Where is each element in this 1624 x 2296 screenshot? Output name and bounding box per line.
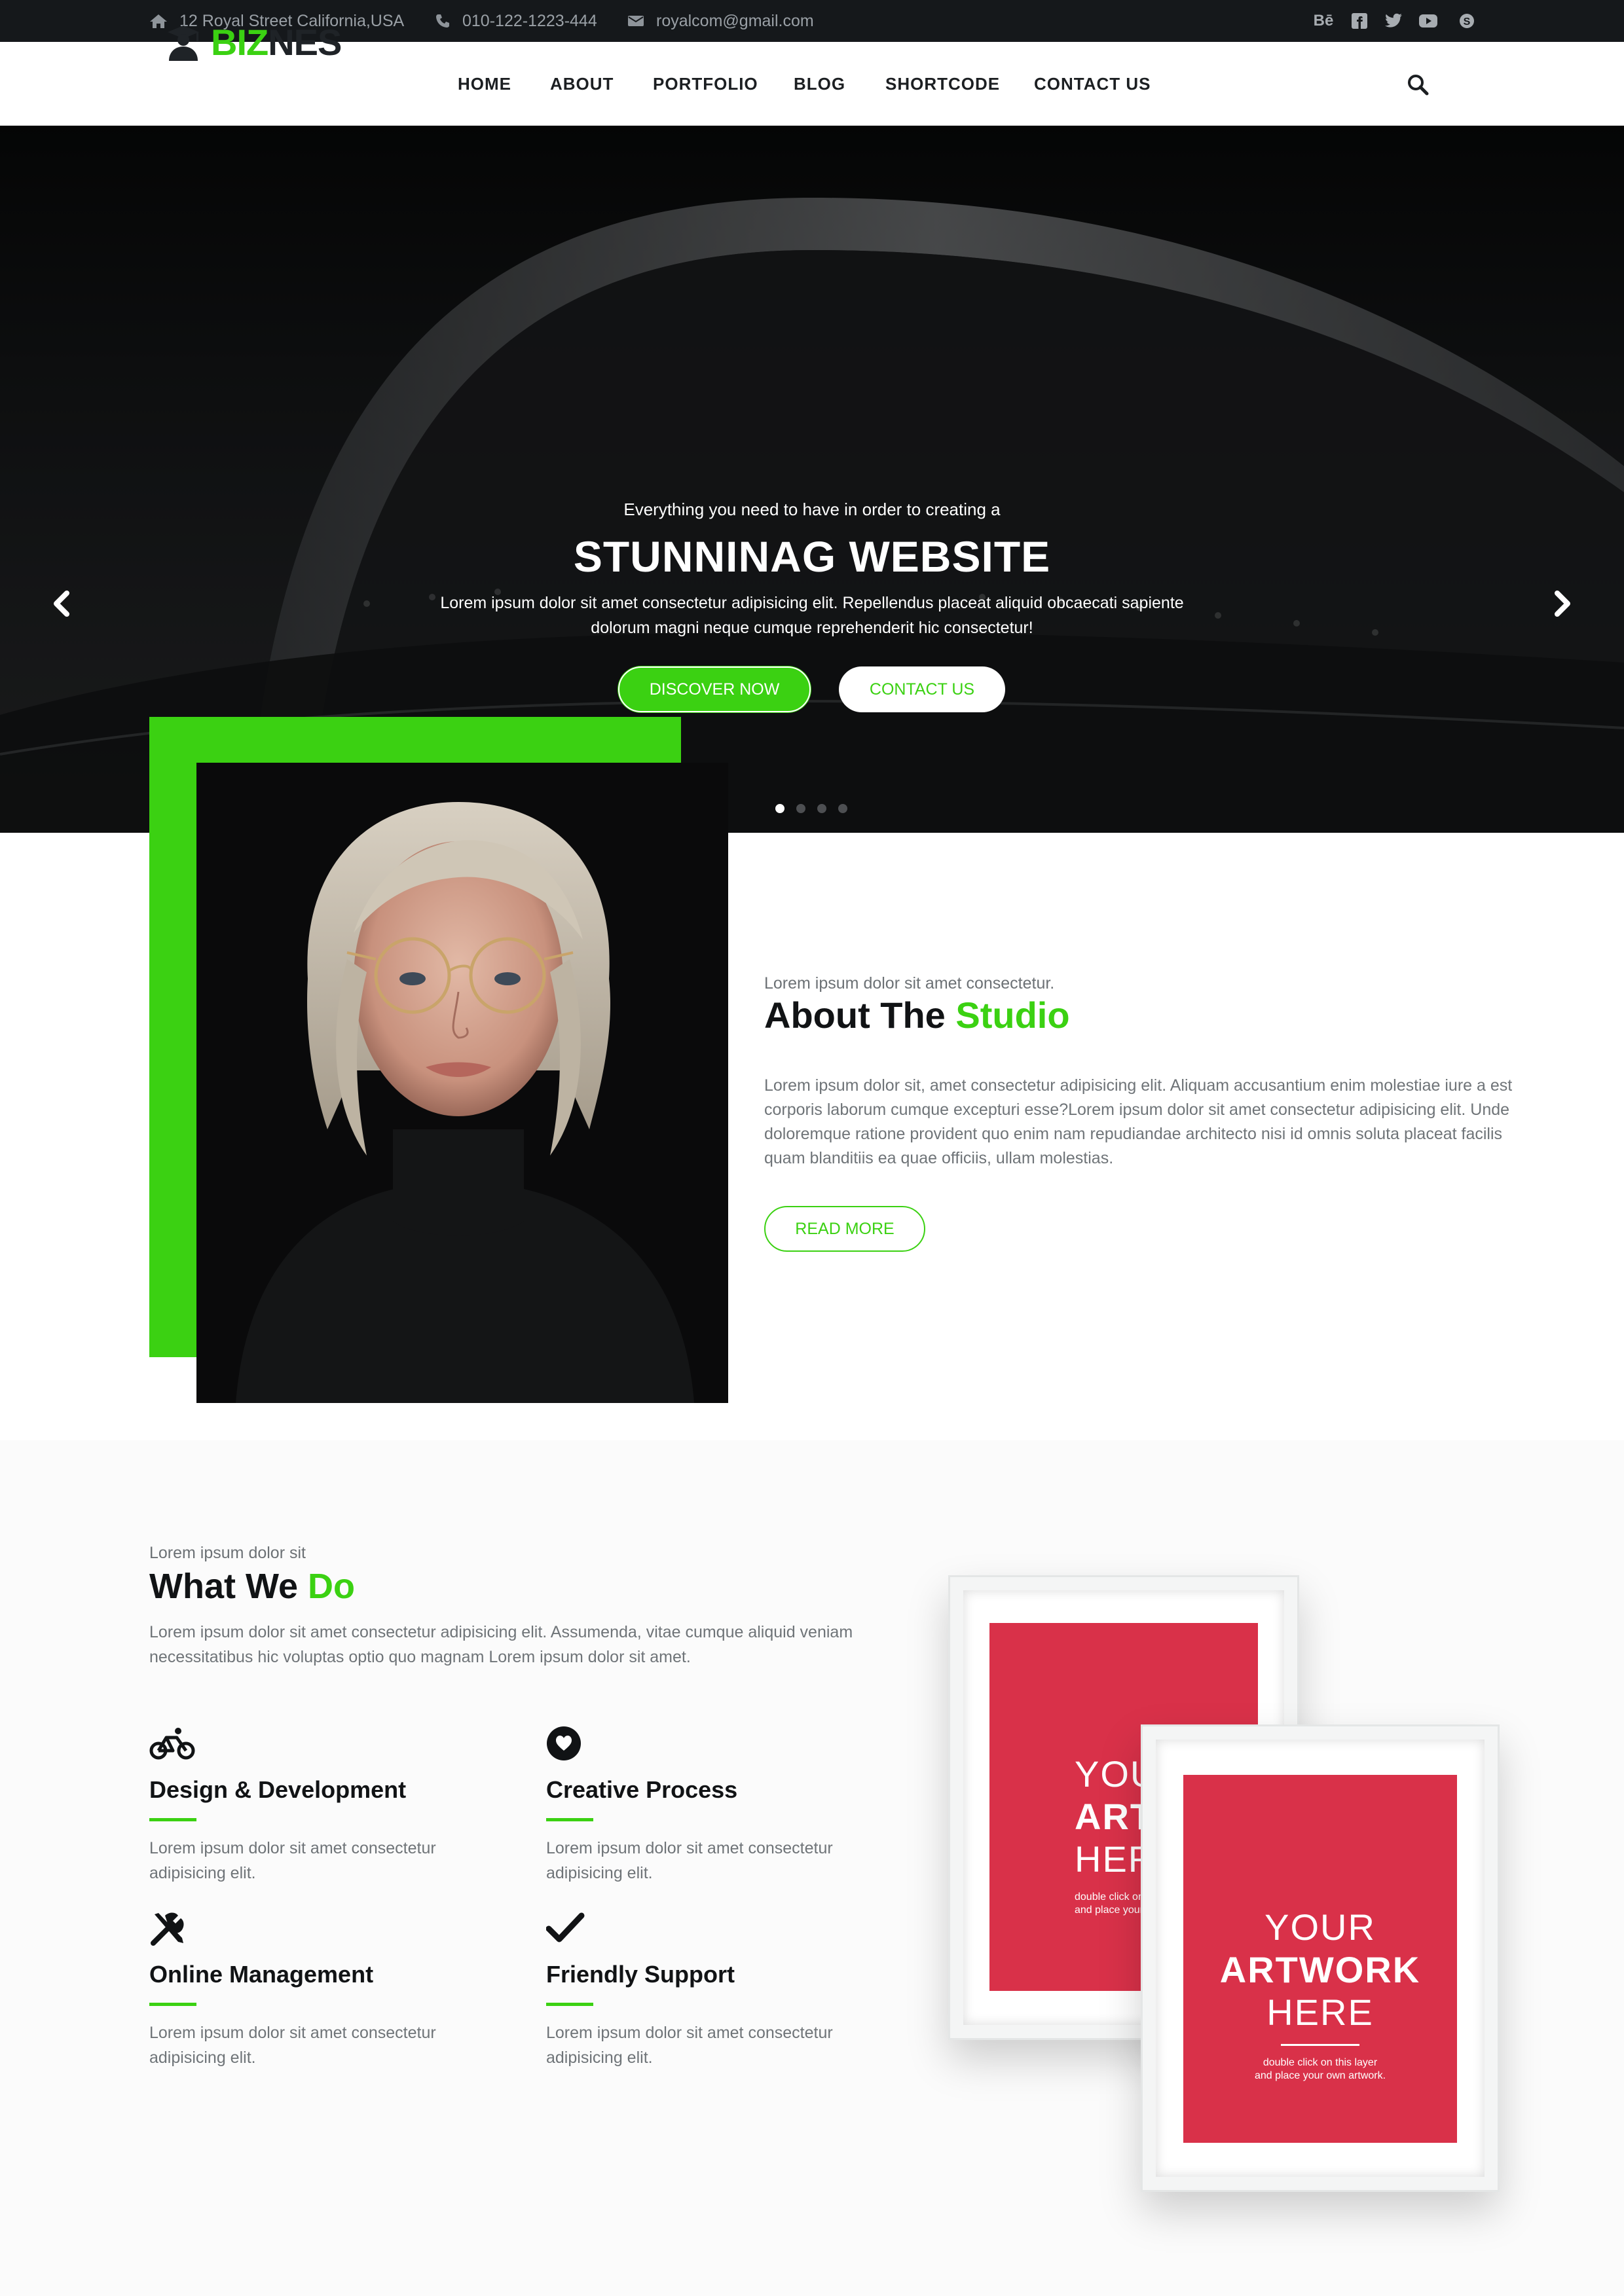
- service-text: Lorem ipsum dolor sit amet consectetur a…: [546, 1839, 833, 1882]
- about-portrait-image: [196, 763, 728, 1403]
- service-item: Online Management Lorem ipsum dolor sit …: [149, 1910, 516, 2070]
- hero-title: STUNNINAG WEBSITE: [573, 532, 1051, 581]
- nav-contact[interactable]: CONTACT US: [1034, 72, 1151, 96]
- twitter-icon[interactable]: [1383, 10, 1404, 31]
- nav-shortcode[interactable]: SHORTCODE: [885, 72, 1000, 96]
- artwork-placeholder-front: YOUR ARTWORK HERE double click on this l…: [1183, 1775, 1457, 2143]
- tools-icon: [151, 1912, 184, 1946]
- slider-prev-button[interactable]: [47, 584, 73, 623]
- envelope-icon: [628, 16, 644, 26]
- read-more-button[interactable]: READ MORE: [764, 1206, 925, 1252]
- slider-dot-4[interactable]: [838, 804, 847, 813]
- service-text: Lorem ipsum dolor sit amet consectetur a…: [546, 2024, 833, 2067]
- chevron-right-icon: [1555, 591, 1570, 617]
- search-button[interactable]: [1407, 73, 1430, 97]
- slider-next-button[interactable]: [1551, 584, 1577, 623]
- discover-now-button[interactable]: DISCOVER NOW: [618, 666, 811, 712]
- service-divider: [149, 1818, 196, 1821]
- about-body: Lorem ipsum dolor sit, amet consectetur …: [764, 1076, 1513, 1167]
- about-kicker: Lorem ipsum dolor sit amet consectetur.: [764, 974, 1055, 993]
- svg-text:S: S: [1464, 16, 1471, 27]
- slider-dot-2[interactable]: [796, 804, 805, 813]
- site-logo[interactable]: BIZNES: [165, 20, 342, 64]
- hero-subtitle: Everything you need to have in order to …: [623, 500, 1001, 519]
- bicycle-icon: [149, 1728, 195, 1760]
- service-item: Design & Development Lorem ipsum dolor s…: [149, 1726, 516, 1886]
- service-divider: [149, 2003, 196, 2006]
- chevron-left-icon: [54, 591, 69, 617]
- service-title: Online Management: [149, 1961, 374, 1988]
- youtube-icon[interactable]: [1418, 10, 1439, 31]
- service-title: Creative Process: [546, 1776, 738, 1803]
- service-item: Creative Process Lorem ipsum dolor sit a…: [546, 1726, 913, 1886]
- service-text: Lorem ipsum dolor sit amet consectetur a…: [149, 2024, 436, 2067]
- hero-description: Lorem ipsum dolor sit amet consectetur a…: [393, 591, 1231, 640]
- phone-info: 010-122-1223-444: [435, 0, 597, 42]
- services-description: Lorem ipsum dolor sit amet consectetur a…: [149, 1623, 853, 1666]
- email-link[interactable]: royalcom@gmail.com: [656, 12, 814, 31]
- services-kicker: Lorem ipsum dolor sit: [149, 1544, 306, 1562]
- service-title: Design & Development: [149, 1776, 407, 1803]
- graduation-cap-icon: [168, 26, 199, 61]
- behance-icon[interactable]: Bē: [1313, 10, 1334, 31]
- hero-desc-line-2: dolorum magni neque cumque reprehenderit…: [591, 619, 1033, 637]
- hero-contact-button[interactable]: CONTACT US: [839, 666, 1005, 712]
- logo-text: BIZNES: [211, 21, 342, 63]
- facebook-icon[interactable]: [1349, 10, 1370, 31]
- slider-dot-3[interactable]: [817, 804, 826, 813]
- hero-desc-line-1: Lorem ipsum dolor sit amet consectetur a…: [440, 594, 1184, 612]
- service-item: Friendly Support Lorem ipsum dolor sit a…: [545, 1910, 913, 2070]
- email-info: royalcom@gmail.com: [627, 0, 814, 42]
- skype-icon[interactable]: S: [1456, 10, 1477, 31]
- phone-icon: [436, 14, 449, 27]
- about-title: About The Studio: [764, 994, 1070, 1036]
- service-text: Lorem ipsum dolor sit amet consectetur a…: [149, 1839, 436, 1882]
- services-title: What We Do: [149, 1567, 355, 1606]
- service-divider: [546, 2003, 593, 2006]
- service-divider: [546, 1818, 593, 1821]
- check-icon: [545, 1912, 585, 1942]
- phone-text: 010-122-1223-444: [462, 11, 597, 30]
- nav-blog[interactable]: BLOG: [794, 72, 845, 96]
- nav-portfolio[interactable]: PORTFOLIO: [653, 72, 758, 96]
- heart-icon: [547, 1726, 581, 1760]
- service-title: Friendly Support: [546, 1961, 735, 1988]
- search-icon: [1408, 75, 1429, 96]
- slider-dot-1[interactable]: [775, 804, 784, 813]
- artwork-frame-front: YOUR ARTWORK HERE double click on this l…: [1141, 1724, 1500, 2192]
- nav-home[interactable]: HOME: [458, 72, 511, 96]
- nav-about[interactable]: ABOUT: [550, 72, 614, 96]
